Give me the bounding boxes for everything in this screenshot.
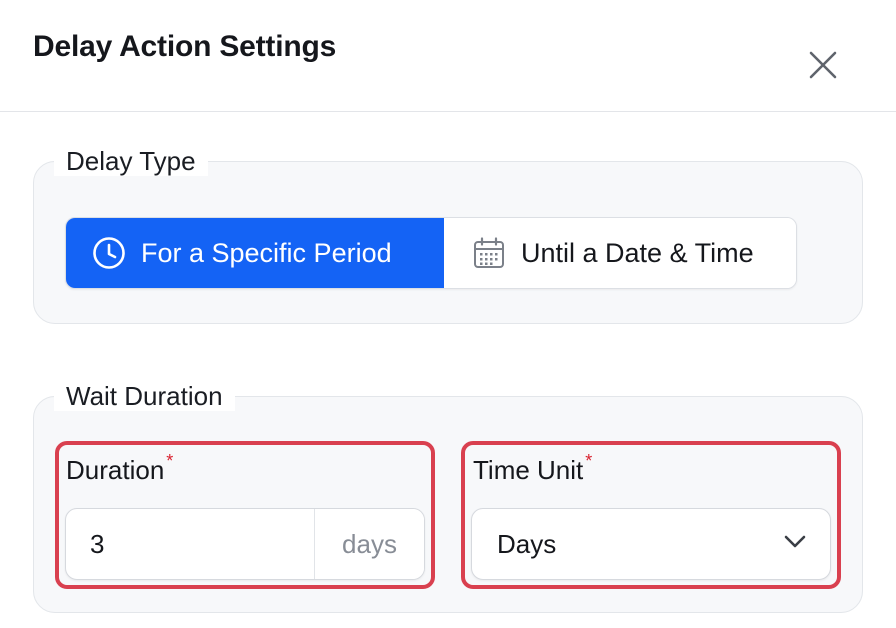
option-specific-period[interactable]: For a Specific Period (66, 218, 444, 288)
time-unit-label: Time Unit * (473, 451, 592, 486)
duration-required-mark: * (166, 451, 174, 471)
delay-type-toggle: For a Specific Period Until a Date & Tim… (65, 217, 797, 289)
option-until-date-time-label: Until a Date & Time (521, 237, 754, 268)
duration-label-text: Duration (66, 455, 165, 485)
clock-icon (92, 236, 126, 270)
duration-suffix: days (314, 509, 424, 579)
close-button[interactable] (802, 44, 844, 86)
time-unit-label-text: Time Unit (473, 455, 584, 485)
chevron-down-icon (784, 535, 806, 549)
time-unit-selected-value: Days (497, 528, 557, 559)
wait-duration-legend: Wait Duration (54, 381, 235, 411)
option-until-date-time[interactable]: Until a Date & Time (444, 218, 796, 288)
option-specific-period-label: For a Specific Period (141, 237, 392, 268)
calendar-icon (472, 236, 506, 270)
duration-input-group: days (65, 508, 425, 580)
close-icon (809, 51, 837, 79)
time-unit-select[interactable]: Days (471, 508, 831, 580)
duration-label: Duration * (66, 451, 173, 486)
dialog-title: Delay Action Settings (33, 30, 337, 63)
dialog-header: Delay Action Settings (0, 0, 896, 112)
delay-type-legend: Delay Type (54, 146, 208, 176)
time-unit-required-mark: * (585, 451, 593, 471)
duration-input[interactable] (66, 509, 314, 579)
